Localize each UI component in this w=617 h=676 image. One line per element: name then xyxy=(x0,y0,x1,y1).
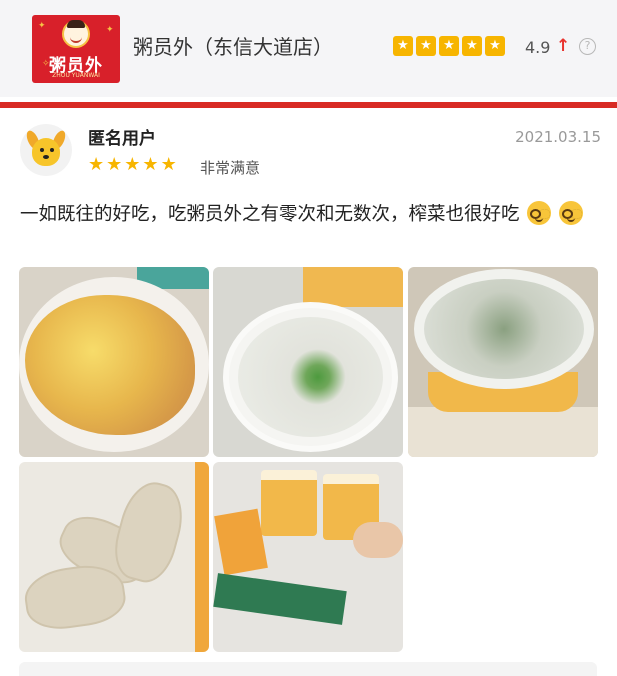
store-name[interactable]: 粥员外（东信大道店） xyxy=(133,31,333,60)
store-logo[interactable]: ✦ ✦ ✧ 粥员外 ZHOU YUANWAI xyxy=(32,15,120,83)
review-date: 2021.03.15 xyxy=(515,128,601,146)
photo-detail xyxy=(261,470,317,536)
rating-score: 4.9 xyxy=(525,38,551,57)
review-photo[interactable] xyxy=(19,267,209,457)
star-icon: ★ xyxy=(439,36,459,56)
store-header: ✦ ✦ ✧ 粥员外 ZHOU YUANWAI 粥员外（东信大道店） ★ ★ ★ … xyxy=(0,0,617,97)
review-text-block: 一如既往的好吃，吃粥员外之有零次和无数次，榨菜也很好吃 xyxy=(20,200,605,230)
photo-detail xyxy=(213,573,347,625)
sparkle-icon: ✦ xyxy=(38,21,46,31)
up-arrow-icon: ↑ xyxy=(556,36,571,56)
photo-detail xyxy=(195,462,209,652)
star-icon: ★ xyxy=(88,154,105,175)
photo-detail xyxy=(408,407,598,457)
dog-mascot-icon xyxy=(32,138,60,166)
review-photo[interactable] xyxy=(213,267,403,457)
nerd-face-emoji-icon xyxy=(527,201,552,225)
review-rating-stars: ★ ★ ★ ★ ★ xyxy=(88,155,177,175)
dog-nose xyxy=(43,155,49,159)
sparkle-icon: ✦ xyxy=(106,25,114,35)
logo-subtext: ZHOU YUANWAI xyxy=(52,72,100,79)
star-icon: ★ xyxy=(124,154,141,175)
star-icon: ★ xyxy=(393,36,413,56)
section-divider xyxy=(0,102,617,108)
dog-eye xyxy=(40,148,44,152)
star-icon: ★ xyxy=(160,154,177,175)
store-rating-stars: ★ ★ ★ ★ ★ xyxy=(393,36,505,56)
star-icon: ★ xyxy=(485,36,505,56)
next-section-edge xyxy=(19,662,597,676)
photo-detail xyxy=(353,522,403,558)
mascot-icon xyxy=(62,20,90,48)
photo-detail xyxy=(107,475,191,589)
question-mark-icon[interactable]: ? xyxy=(579,38,596,55)
dog-eye xyxy=(50,148,54,152)
review-photo[interactable] xyxy=(213,462,403,652)
review-photo[interactable] xyxy=(19,462,209,652)
photo-detail xyxy=(21,560,129,634)
nerd-face-emoji-icon xyxy=(559,201,584,225)
star-icon: ★ xyxy=(416,36,436,56)
photo-detail xyxy=(303,267,403,307)
photo-detail xyxy=(238,317,383,437)
avatar[interactable] xyxy=(20,124,72,176)
reviewer-name: 匿名用户 xyxy=(88,129,156,149)
satisfaction-label: 非常满意 xyxy=(200,159,261,177)
photo-detail xyxy=(214,508,268,576)
star-icon: ★ xyxy=(142,154,159,175)
review-text: 一如既往的好吃，吃粥员外之有零次和无数次，榨菜也很好吃 xyxy=(20,204,520,225)
star-icon: ★ xyxy=(106,154,123,175)
star-icon: ★ xyxy=(462,36,482,56)
photo-detail xyxy=(424,279,584,379)
review-photo[interactable] xyxy=(408,267,598,457)
